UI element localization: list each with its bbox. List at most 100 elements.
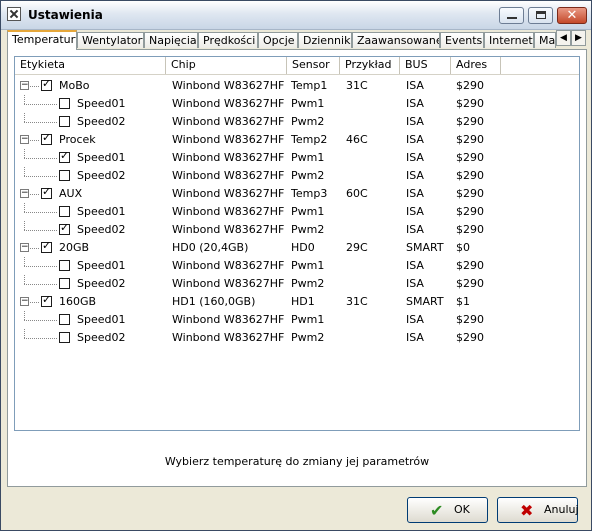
column-header-bus[interactable]: BUS xyxy=(400,57,451,74)
row-bus: SMART xyxy=(406,241,444,254)
row-checkbox[interactable] xyxy=(41,77,52,91)
row-sensor: Pwm2 xyxy=(291,115,325,128)
row-example: 46C xyxy=(346,133,368,146)
row-checkbox[interactable] xyxy=(59,278,70,289)
table-row[interactable]: Speed02 Winbond W83627HF Pwm2 ISA $290 xyxy=(15,221,579,239)
row-label: Speed01 xyxy=(77,205,126,218)
row-chip: HD0 (20,4GB) xyxy=(172,241,249,254)
row-label: Speed01 xyxy=(77,259,126,272)
row-chip: Winbond W83627HF xyxy=(172,223,285,236)
collapse-icon[interactable]: − xyxy=(20,81,29,90)
collapse-icon[interactable]: − xyxy=(20,297,29,306)
table-row[interactable]: Speed01 Winbond W83627HF Pwm1 ISA $290 xyxy=(15,149,579,167)
tab-dziennik[interactable]: Dziennik xyxy=(298,32,352,48)
row-sensor: Pwm2 xyxy=(291,223,325,236)
tree-connector xyxy=(30,302,39,303)
sensor-tree-list[interactable]: Etykieta Chip Sensor Przykład BUS Adres … xyxy=(14,56,580,431)
collapse-icon[interactable]: − xyxy=(20,243,29,252)
tree-connector xyxy=(24,338,57,339)
tree-connector xyxy=(24,329,25,338)
tree-connector xyxy=(24,266,57,267)
tab-ma[interactable]: Ma xyxy=(534,32,556,48)
row-chip: Winbond W83627HF xyxy=(172,151,285,164)
tab-scroll-right-icon[interactable]: ▶ xyxy=(571,30,586,46)
tree-connector xyxy=(24,176,57,177)
row-label: Speed01 xyxy=(77,97,126,110)
cancel-button[interactable]: ✖ Anuluj xyxy=(497,497,579,523)
column-header-sensor[interactable]: Sensor xyxy=(287,57,340,74)
row-checkbox[interactable] xyxy=(41,293,52,307)
row-chip: Winbond W83627HF xyxy=(172,187,285,200)
table-row[interactable]: Speed02 Winbond W83627HF Pwm2 ISA $290 xyxy=(15,275,579,293)
row-sensor: Pwm2 xyxy=(291,277,325,290)
list-header: Etykieta Chip Sensor Przykład BUS Adres xyxy=(15,57,579,75)
table-row[interactable]: Speed01 Winbond W83627HF Pwm1 ISA $290 xyxy=(15,257,579,275)
row-checkbox[interactable] xyxy=(41,131,52,145)
row-sensor: Pwm2 xyxy=(291,331,325,344)
row-checkbox[interactable] xyxy=(59,170,70,181)
row-checkbox[interactable] xyxy=(59,332,70,343)
row-chip: Winbond W83627HF xyxy=(172,79,285,92)
table-row[interactable]: Speed02 Winbond W83627HF Pwm2 ISA $290 xyxy=(15,329,579,347)
row-example: 29C xyxy=(346,241,368,254)
table-row[interactable]: Speed02 Winbond W83627HF Pwm2 ISA $290 xyxy=(15,113,579,131)
row-checkbox[interactable] xyxy=(59,98,70,109)
row-sensor: Pwm1 xyxy=(291,259,325,272)
row-bus: ISA xyxy=(406,133,424,146)
tree-connector xyxy=(30,248,39,249)
row-chip: Winbond W83627HF xyxy=(172,313,285,326)
tab-predkosci[interactable]: Prędkości xyxy=(198,32,258,48)
row-sensor: Pwm1 xyxy=(291,97,325,110)
table-row[interactable]: Speed02 Winbond W83627HF Pwm2 ISA $290 xyxy=(15,167,579,185)
tree-connector xyxy=(24,320,57,321)
tree-connector xyxy=(24,104,57,105)
row-label: Speed02 xyxy=(77,223,126,236)
close-button[interactable]: ✕ xyxy=(557,7,587,24)
table-row[interactable]: − 20GB HD0 (20,4GB) HD0 29C SMART $0 xyxy=(15,239,579,257)
column-header-etykieta[interactable]: Etykieta xyxy=(15,57,166,74)
table-row[interactable]: − 160GB HD1 (160,0GB) HD1 31C SMART $1 xyxy=(15,293,579,311)
column-header-chip[interactable]: Chip xyxy=(166,57,287,74)
row-checkbox[interactable] xyxy=(59,221,70,235)
ok-button[interactable]: ✔ OK xyxy=(407,497,488,523)
tab-wentylatory[interactable]: Wentylatory xyxy=(77,32,144,48)
row-checkbox[interactable] xyxy=(59,260,70,271)
row-label: AUX xyxy=(59,187,83,200)
row-address: $290 xyxy=(456,259,484,272)
table-row[interactable]: Speed01 Winbond W83627HF Pwm1 ISA $290 xyxy=(15,203,579,221)
tab-events[interactable]: Events xyxy=(440,32,484,48)
tab-opcje[interactable]: Opcje xyxy=(258,32,298,48)
row-checkbox[interactable] xyxy=(41,239,52,253)
tab-napiecia[interactable]: Napięcia xyxy=(144,32,198,48)
tab-temperatury[interactable]: Temperatury xyxy=(7,30,77,50)
title-bar[interactable]: Ustawienia ✕ xyxy=(1,1,591,30)
collapse-icon[interactable]: − xyxy=(20,189,29,198)
row-checkbox[interactable] xyxy=(41,185,52,199)
row-checkbox[interactable] xyxy=(59,206,70,217)
table-row[interactable]: − MoBo Winbond W83627HF Temp1 31C ISA $290 xyxy=(15,77,579,95)
row-bus: ISA xyxy=(406,97,424,110)
row-address: $290 xyxy=(456,223,484,236)
table-row[interactable]: Speed01 Winbond W83627HF Pwm1 ISA $290 xyxy=(15,311,579,329)
row-address: $290 xyxy=(456,133,484,146)
maximize-button[interactable] xyxy=(528,7,553,24)
temperatures-panel: Etykieta Chip Sensor Przykład BUS Adres … xyxy=(7,49,587,487)
tab-scroll-left-icon[interactable]: ◀ xyxy=(556,30,571,46)
minimize-button[interactable] xyxy=(499,7,524,24)
table-row[interactable]: − Procek Winbond W83627HF Temp2 46C ISA $290 xyxy=(15,131,579,149)
row-bus: ISA xyxy=(406,331,424,344)
row-bus: ISA xyxy=(406,277,424,290)
tree-connector xyxy=(24,230,57,231)
row-checkbox[interactable] xyxy=(59,314,70,325)
minimize-icon xyxy=(507,17,517,19)
row-checkbox[interactable] xyxy=(59,149,70,163)
row-address: $290 xyxy=(456,313,484,326)
table-row[interactable]: − AUX Winbond W83627HF Temp3 60C ISA $290 xyxy=(15,185,579,203)
collapse-icon[interactable]: − xyxy=(20,135,29,144)
tab-internet[interactable]: Internet xyxy=(484,32,534,48)
table-row[interactable]: Speed01 Winbond W83627HF Pwm1 ISA $290 xyxy=(15,95,579,113)
row-checkbox[interactable] xyxy=(59,116,70,127)
tab-zaawansowane[interactable]: Zaawansowane xyxy=(352,32,440,48)
column-header-przyklad[interactable]: Przykład xyxy=(340,57,400,74)
column-header-adres[interactable]: Adres xyxy=(451,57,501,74)
